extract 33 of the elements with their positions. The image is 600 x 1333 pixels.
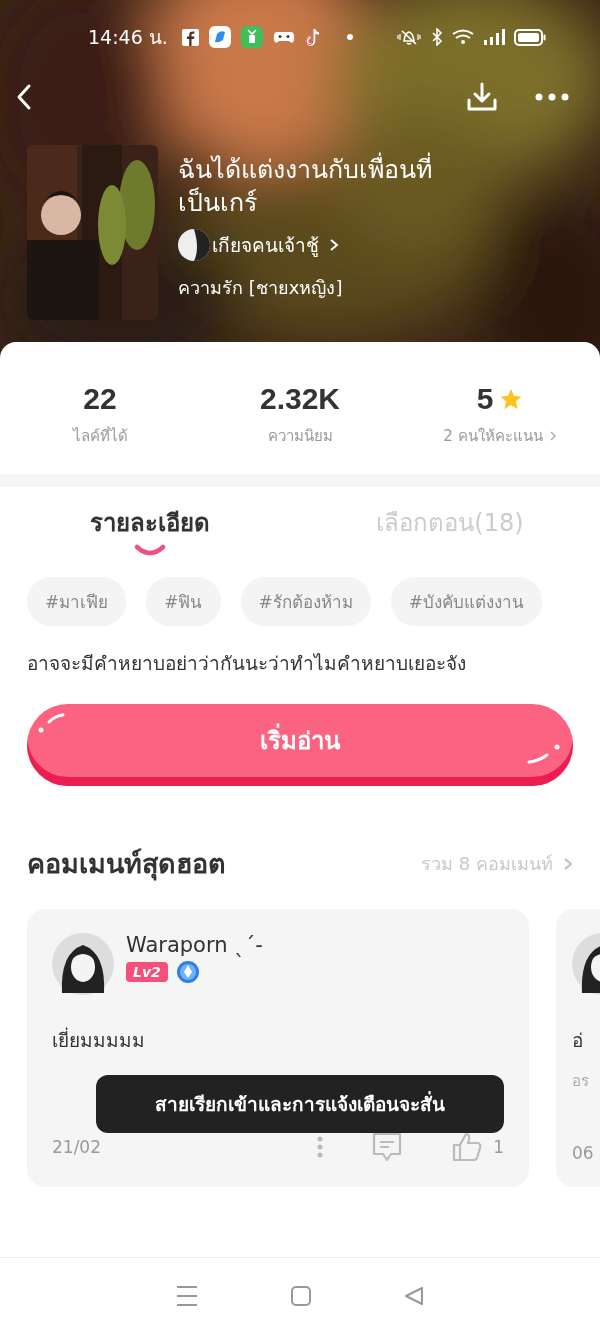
stat-label: ไลค์ที่ได้ bbox=[72, 425, 128, 447]
user-name: Waraporn ˎˊ- bbox=[126, 933, 263, 957]
comment-text: อ่ bbox=[572, 1028, 584, 1053]
start-reading-button[interactable]: เริ่มอ่าน bbox=[27, 704, 573, 786]
stat-label: 2 คนให้คะแนน bbox=[443, 426, 543, 447]
tag-chip[interactable]: #มาเฟีย bbox=[27, 577, 127, 626]
description: อาจจะมีคำหยาบอย่าว่ากันนะว่าทำไมคำหยาบเยอะจัง bbox=[26, 651, 467, 676]
stat-value: 22 bbox=[83, 382, 117, 416]
user-avatar-icon bbox=[52, 933, 114, 997]
comment-text: เยี่ยมมมมม bbox=[52, 1026, 146, 1053]
menu-icon[interactable] bbox=[175, 1284, 200, 1307]
section-title: คอมเมนท์สุดฮอต bbox=[27, 847, 226, 883]
home-icon[interactable] bbox=[290, 1284, 312, 1307]
tag-chip[interactable]: #รักต้องห้าม bbox=[240, 577, 371, 626]
tab-indicator-icon bbox=[134, 544, 166, 556]
stat-value: 5 bbox=[476, 382, 494, 416]
reply-icon[interactable] bbox=[371, 1131, 404, 1163]
star-icon bbox=[499, 387, 524, 411]
chevron-icon bbox=[563, 856, 573, 871]
toast-message: สายเรียกเข้าและการแจ้งเตือนจะสั่น bbox=[96, 1075, 504, 1133]
comment-date: 06 bbox=[572, 1143, 594, 1163]
tag-chip[interactable]: #บังคับแต่งงาน bbox=[390, 577, 542, 626]
like-icon[interactable] bbox=[451, 1131, 484, 1163]
comment-date: 21/02 bbox=[52, 1137, 101, 1157]
level-badge: Lv2 bbox=[126, 962, 168, 982]
medal-icon bbox=[176, 961, 199, 983]
stat-label: ความนิยม bbox=[267, 426, 333, 447]
comment-subtitle: อร bbox=[572, 1071, 590, 1092]
chevron-icon bbox=[548, 430, 557, 442]
like-count: 1 bbox=[493, 1137, 504, 1157]
tab[interactable]: รายละเอียด bbox=[0, 503, 300, 569]
stat-value: 2.32K bbox=[259, 382, 341, 416]
tag-chip[interactable]: #ฟิน bbox=[146, 577, 221, 626]
